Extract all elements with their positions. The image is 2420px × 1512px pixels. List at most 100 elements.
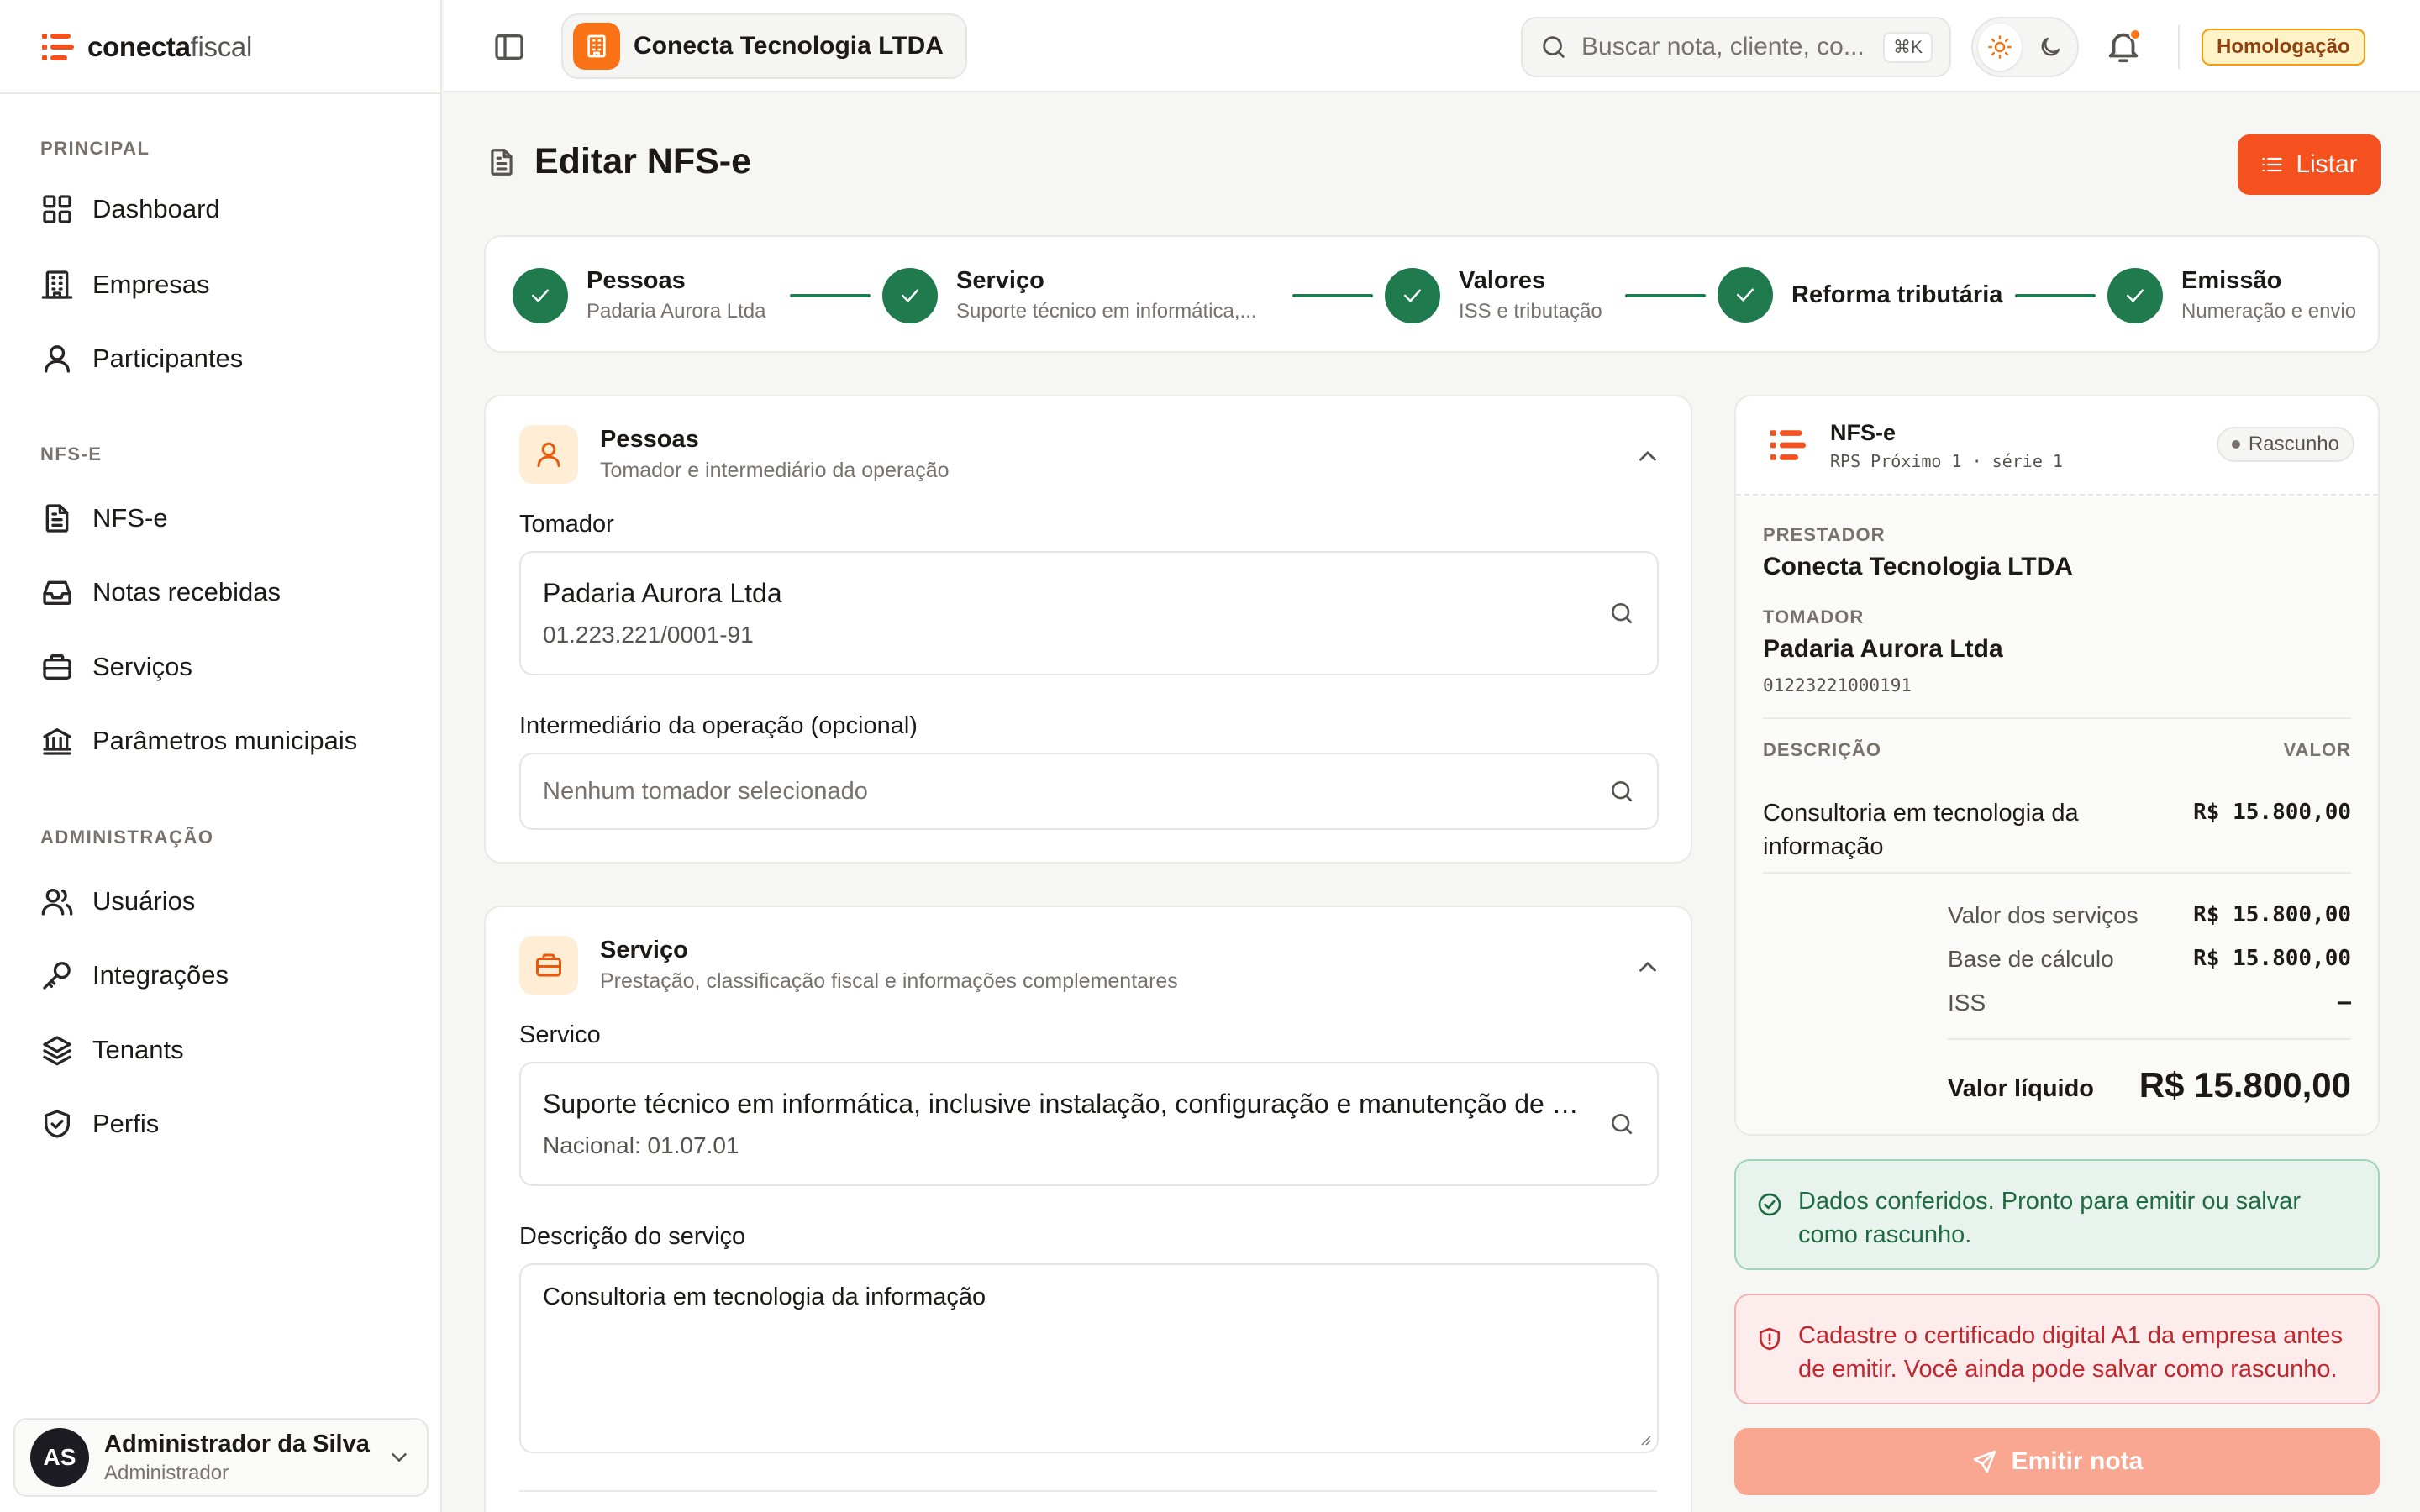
- check-icon: [882, 267, 938, 323]
- brand-name: conectafiscal: [87, 31, 253, 62]
- check-icon: [1718, 267, 1773, 323]
- moon-icon[interactable]: [2028, 24, 2072, 71]
- iss-value: –: [2338, 990, 2351, 1015]
- step-title: Emissão: [2181, 267, 2282, 294]
- servico-value: Suporte técnico em informática, inclusiv…: [543, 1089, 1593, 1119]
- user-icon: [519, 425, 578, 484]
- company-building-icon: [573, 23, 620, 70]
- sidebar-item-servicos[interactable]: Serviços: [20, 636, 422, 698]
- tomador-name: Padaria Aurora Ltda: [543, 578, 782, 608]
- briefcase-icon: [519, 936, 578, 995]
- divider: [519, 1490, 1657, 1492]
- panel-left-icon: [495, 34, 523, 60]
- descricao-textarea[interactable]: Consultoria em tecnologia da informação: [519, 1263, 1659, 1453]
- step-subtitle: Numeração e envio: [2181, 300, 2357, 323]
- sidebar-item-notas-recebidas[interactable]: Notas recebidas: [20, 561, 422, 623]
- company-selector[interactable]: Conecta Tecnologia LTDA: [561, 13, 967, 79]
- success-alert: Dados conferidos. Pronto para emitir ou …: [1734, 1159, 2380, 1270]
- sidebar-item-tenants[interactable]: Tenants: [20, 1019, 422, 1081]
- valor-servicos: R$ 15.800,00: [2193, 902, 2351, 927]
- success-alert-text: Dados conferidos. Pronto para emitir ou …: [1798, 1188, 2302, 1248]
- sidebar-item-participantes[interactable]: Participantes: [20, 328, 422, 390]
- section-label-nfse: NFS-E: [40, 444, 103, 465]
- card-subtitle: Prestação, classificação fiscal e inform…: [600, 969, 1178, 993]
- tomador-label: Tomador: [519, 511, 614, 538]
- sidebar-item-integracoes[interactable]: Integrações: [20, 944, 422, 1006]
- sidebar-item-empresas[interactable]: Empresas: [20, 254, 422, 316]
- sidebar-item-nfse[interactable]: NFS-e: [20, 487, 422, 549]
- servico-field[interactable]: Suporte técnico em informática, inclusiv…: [519, 1062, 1659, 1186]
- step-title: Pessoas: [587, 267, 686, 294]
- tomador-name: Padaria Aurora Ltda: [1763, 635, 2003, 663]
- intermediario-placeholder: Nenhum tomador selecionado: [543, 778, 868, 805]
- search-icon[interactable]: [1608, 778, 1635, 805]
- search-input[interactable]: Buscar nota, cliente, co...: [1581, 33, 1870, 61]
- section-label-administracao: ADMINISTRAÇÃO: [40, 827, 214, 848]
- base-calculo-label: Base de cálculo: [1948, 946, 2114, 972]
- sidebar-item-label: Serviços: [92, 652, 192, 681]
- document-icon: [45, 504, 69, 533]
- chevron-up-icon[interactable]: [1634, 953, 1662, 981]
- step-connector: [790, 294, 871, 297]
- sidebar-item-label: Parâmetros municipais: [92, 726, 358, 755]
- check-icon: [2107, 267, 2163, 323]
- step-connector: [1292, 294, 1373, 297]
- step-valores[interactable]: Valores ISS e tributação: [1385, 267, 1602, 323]
- sidebar-item-label: Perfis: [92, 1109, 160, 1138]
- search-icon[interactable]: [1608, 600, 1635, 627]
- tomador-document: 01223221000191: [1763, 675, 1912, 696]
- bank-icon: [43, 728, 71, 755]
- sidebar-item-label: Tenants: [92, 1035, 184, 1064]
- descricao-header: DESCRIÇÃO: [1763, 739, 1882, 760]
- step-subtitle: Suporte técnico em informática,...: [956, 300, 1257, 323]
- layers-icon: [43, 1036, 71, 1066]
- rps-info: RPS Próximo 1 · série 1: [1830, 450, 2063, 471]
- inbox-icon: [43, 580, 71, 605]
- step-servico[interactable]: Serviço Suporte técnico em informática,..…: [882, 267, 1257, 323]
- descricao-label: Descrição do serviço: [519, 1223, 746, 1250]
- servico-label: Servico: [519, 1021, 601, 1048]
- step-pessoas[interactable]: Pessoas Padaria Aurora Ltda: [513, 267, 765, 323]
- intermediario-label: Intermediário da operação (opcional): [519, 712, 918, 739]
- sidebar-toggle-button[interactable]: [492, 30, 526, 64]
- tomador-field[interactable]: Padaria Aurora Ltda 01.223.221/0001-91: [519, 551, 1659, 675]
- theme-toggle[interactable]: [1971, 17, 2079, 77]
- status-badge: Rascunho: [2216, 427, 2354, 462]
- sun-icon[interactable]: [1978, 24, 2022, 71]
- app-logo[interactable]: conectafiscal: [42, 29, 252, 66]
- check-circle-icon: [1758, 1193, 1781, 1216]
- resize-handle-icon[interactable]: [1639, 1433, 1652, 1446]
- valor-servicos-label: Valor dos serviços: [1948, 902, 2139, 928]
- step-reforma-tributaria[interactable]: Reforma tributária: [1718, 267, 2002, 323]
- summary-title: NFS-e: [1830, 419, 1897, 445]
- notification-dot: [2129, 29, 2141, 40]
- list-button-label: Listar: [2296, 150, 2358, 178]
- pessoas-card: Pessoas Tomador e intermediário da operaç…: [484, 395, 1692, 864]
- chevron-up-icon[interactable]: [1634, 442, 1662, 470]
- list-button[interactable]: Listar: [2238, 134, 2381, 195]
- card-title: Serviço: [600, 937, 688, 963]
- search-icon: [1543, 36, 1565, 58]
- search-icon[interactable]: [1608, 1110, 1635, 1137]
- nfse-summary-card: NFS-e RPS Próximo 1 · série 1 Rascunho P…: [1734, 395, 2380, 1136]
- servico-code: Nacional: 01.07.01: [543, 1132, 739, 1158]
- user-menu[interactable]: AS Administrador da Silva Administrador: [13, 1418, 429, 1497]
- building-icon: [41, 270, 73, 299]
- item-value: R$ 15.800,00: [2193, 800, 2351, 825]
- sidebar-item-label: Participantes: [92, 344, 244, 373]
- intermediario-field[interactable]: Nenhum tomador selecionado: [519, 753, 1659, 830]
- sidebar-item-label: Notas recebidas: [92, 577, 281, 606]
- emit-button[interactable]: Emitir nota: [1734, 1428, 2380, 1495]
- sidebar-item-parametros-municipais[interactable]: Parâmetros municipais: [20, 710, 422, 772]
- sidebar-item-perfis[interactable]: Perfis: [20, 1093, 422, 1155]
- notifications-button[interactable]: [2104, 27, 2143, 66]
- step-emissao[interactable]: Emissão Numeração e envio: [2107, 267, 2356, 323]
- sidebar-item-dashboard[interactable]: Dashboard: [20, 178, 422, 240]
- iss-label: ISS: [1948, 990, 1986, 1016]
- sidebar-item-usuarios[interactable]: Usuários: [20, 870, 422, 932]
- search-shortcut: ⌘K: [1882, 31, 1933, 63]
- global-search[interactable]: Buscar nota, cliente, co... ⌘K: [1521, 17, 1951, 77]
- tomador-document: 01.223.221/0001-91: [543, 622, 754, 648]
- user-icon: [45, 345, 71, 373]
- key-icon: [43, 962, 71, 990]
